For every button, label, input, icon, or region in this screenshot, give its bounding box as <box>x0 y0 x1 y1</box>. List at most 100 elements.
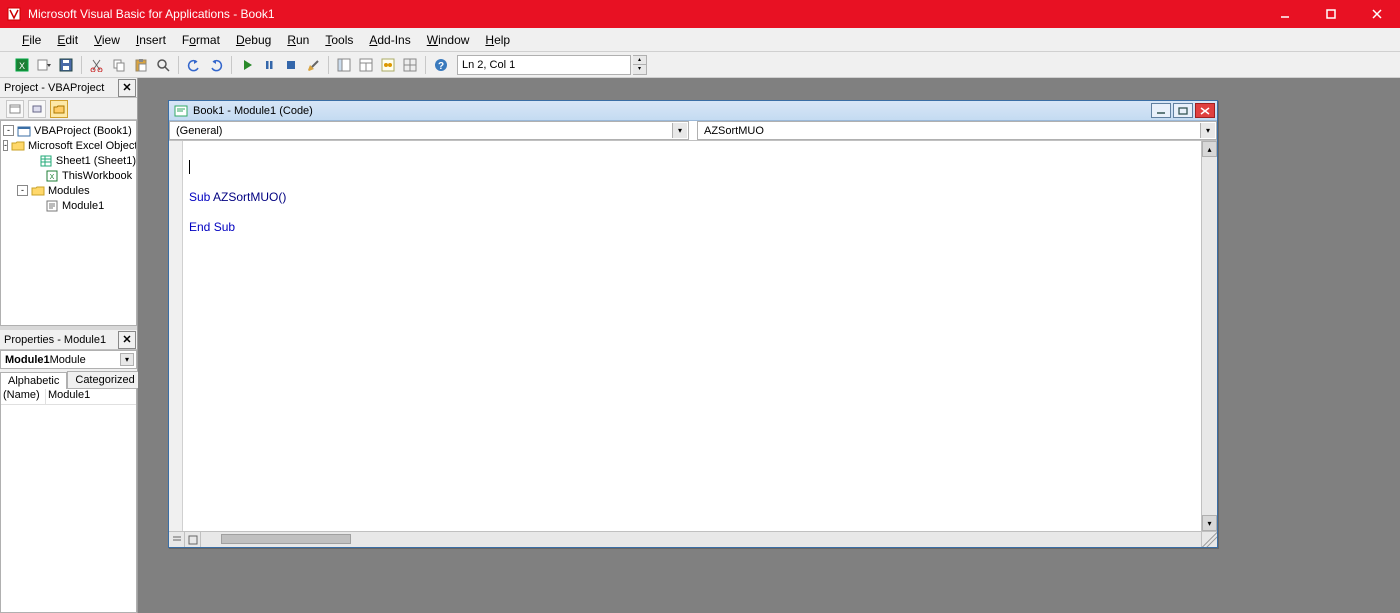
sheet-icon <box>39 155 53 167</box>
property-name: (Name) <box>1 389 46 404</box>
insert-dropdown-icon[interactable] <box>34 55 54 75</box>
tree-node[interactable]: Module1 <box>1 198 136 213</box>
module-icon <box>173 104 189 118</box>
redo-icon[interactable] <box>206 55 226 75</box>
project-tree[interactable]: -VBAProject (Book1)-Microsoft Excel Obje… <box>1 121 136 325</box>
tree-node[interactable]: -VBAProject (Book1) <box>1 123 136 138</box>
minimize-button[interactable] <box>1262 0 1308 28</box>
menu-edit[interactable]: Edit <box>49 30 86 50</box>
procedure-view-button[interactable] <box>169 532 185 547</box>
toggle-folders-button[interactable] <box>50 100 68 118</box>
chevron-down-icon: ▾ <box>672 123 687 138</box>
workbook-icon: X <box>45 170 59 182</box>
toolbar-separator <box>328 56 329 74</box>
properties-window-icon[interactable] <box>356 55 376 75</box>
find-icon[interactable] <box>153 55 173 75</box>
menu-format[interactable]: Format <box>174 30 228 50</box>
help-icon[interactable]: ? <box>431 55 451 75</box>
menu-addins[interactable]: Add-Ins <box>361 30 418 50</box>
tree-toggle[interactable]: - <box>17 185 28 196</box>
tree-node[interactable]: Sheet1 (Sheet1) <box>1 153 136 168</box>
menu-run[interactable]: Run <box>279 30 317 50</box>
paste-icon[interactable] <box>131 55 151 75</box>
copy-icon[interactable] <box>109 55 129 75</box>
code-margin[interactable] <box>169 141 183 531</box>
code-line[interactable]: End Sub <box>189 220 1195 235</box>
view-excel-icon[interactable]: X <box>12 55 32 75</box>
code-dropdowns: (General) ▾ AZSortMUO ▾ <box>169 121 1217 141</box>
tree-toggle[interactable]: - <box>3 125 14 136</box>
mdi-client: Book1 - Module1 (Code) (General) ▾ AZSor… <box>138 78 1400 613</box>
tab-categorized[interactable]: Categorized <box>67 371 142 388</box>
tab-alphabetic[interactable]: Alphabetic <box>0 372 67 389</box>
properties-pane: Properties - Module1 ✕ Module1 Module ▾ … <box>0 330 137 613</box>
toolbar-separator <box>425 56 426 74</box>
toolbox-icon[interactable] <box>400 55 420 75</box>
toolbar-separator <box>231 56 232 74</box>
properties-grid[interactable]: (Name) Module1 <box>0 389 137 613</box>
titlebar: Microsoft Visual Basic for Applications … <box>0 0 1400 28</box>
tree-node-label: ThisWorkbook <box>62 170 132 182</box>
properties-title: Properties - Module1 <box>4 334 118 346</box>
code-maximize-button[interactable] <box>1173 103 1193 118</box>
save-icon[interactable] <box>56 55 76 75</box>
scroll-up-icon[interactable]: ▴ <box>1202 141 1217 157</box>
reset-icon[interactable] <box>281 55 301 75</box>
view-code-button[interactable] <box>6 100 24 118</box>
property-row: (Name) Module1 <box>1 389 136 405</box>
svg-text:?: ? <box>438 61 444 72</box>
object-browser-icon[interactable] <box>378 55 398 75</box>
toolbar-separator <box>81 56 82 74</box>
object-dropdown-value: (General) <box>176 125 222 137</box>
cut-icon[interactable] <box>87 55 107 75</box>
tree-toggle[interactable]: - <box>3 140 8 151</box>
maximize-button[interactable] <box>1308 0 1354 28</box>
menu-debug[interactable]: Debug <box>228 30 279 50</box>
view-object-button[interactable] <box>28 100 46 118</box>
code-hscrollbar[interactable] <box>201 532 1201 547</box>
design-mode-icon[interactable] <box>303 55 323 75</box>
properties-close-button[interactable]: ✕ <box>118 331 136 349</box>
left-dock: Project - VBAProject ✕ -VBAProject (Book… <box>0 78 138 613</box>
menu-help[interactable]: Help <box>477 30 518 50</box>
code-line[interactable] <box>189 205 1195 220</box>
project-explorer-icon[interactable] <box>334 55 354 75</box>
menu-view[interactable]: View <box>86 30 128 50</box>
tree-node[interactable]: -Modules <box>1 183 136 198</box>
menu-insert[interactable]: Insert <box>128 30 174 50</box>
code-close-button[interactable] <box>1195 103 1215 118</box>
run-icon[interactable] <box>237 55 257 75</box>
project-explorer-close-button[interactable]: ✕ <box>118 79 136 97</box>
properties-object-selector[interactable]: Module1 Module ▾ <box>0 350 137 369</box>
menu-tools[interactable]: Tools <box>317 30 361 50</box>
undo-icon[interactable] <box>184 55 204 75</box>
tree-node[interactable]: XThisWorkbook <box>1 168 136 183</box>
tree-node-label: Sheet1 (Sheet1) <box>56 155 136 167</box>
close-button[interactable] <box>1354 0 1400 28</box>
scroll-down-icon[interactable]: ▾ <box>1202 515 1217 531</box>
folder-icon <box>31 185 45 197</box>
project-explorer-header[interactable]: Project - VBAProject ✕ <box>0 78 137 98</box>
tree-node[interactable]: -Microsoft Excel Objects <box>1 138 136 153</box>
code-window-titlebar[interactable]: Book1 - Module1 (Code) <box>169 101 1217 121</box>
code-line[interactable]: Sub AZSortMUO() <box>189 190 1195 205</box>
menu-window[interactable]: Window <box>419 30 478 50</box>
cursor-position-spinner[interactable]: ▴▾ <box>633 55 647 75</box>
menubar: FileEditViewInsertFormatDebugRunToolsAdd… <box>0 28 1400 52</box>
full-module-view-button[interactable] <box>185 532 201 547</box>
properties-object-type: Module <box>50 354 86 366</box>
break-icon[interactable] <box>259 55 279 75</box>
toolbar: X?Ln 2, Col 1▴▾ <box>0 52 1400 78</box>
code-vscrollbar[interactable]: ▴ ▾ <box>1201 141 1217 531</box>
properties-header[interactable]: Properties - Module1 ✕ <box>0 330 137 350</box>
property-value[interactable]: Module1 <box>46 389 136 404</box>
resize-grip[interactable] <box>1201 532 1217 547</box>
procedure-dropdown-value: AZSortMUO <box>704 125 764 137</box>
toolbar-separator <box>178 56 179 74</box>
menu-file[interactable]: File <box>14 30 49 50</box>
procedure-dropdown[interactable]: AZSortMUO ▾ <box>697 121 1217 140</box>
object-dropdown[interactable]: (General) ▾ <box>169 121 689 140</box>
chevron-down-icon: ▾ <box>1200 123 1215 138</box>
code-minimize-button[interactable] <box>1151 103 1171 118</box>
code-editor[interactable]: Sub AZSortMUO() End Sub <box>183 141 1201 531</box>
